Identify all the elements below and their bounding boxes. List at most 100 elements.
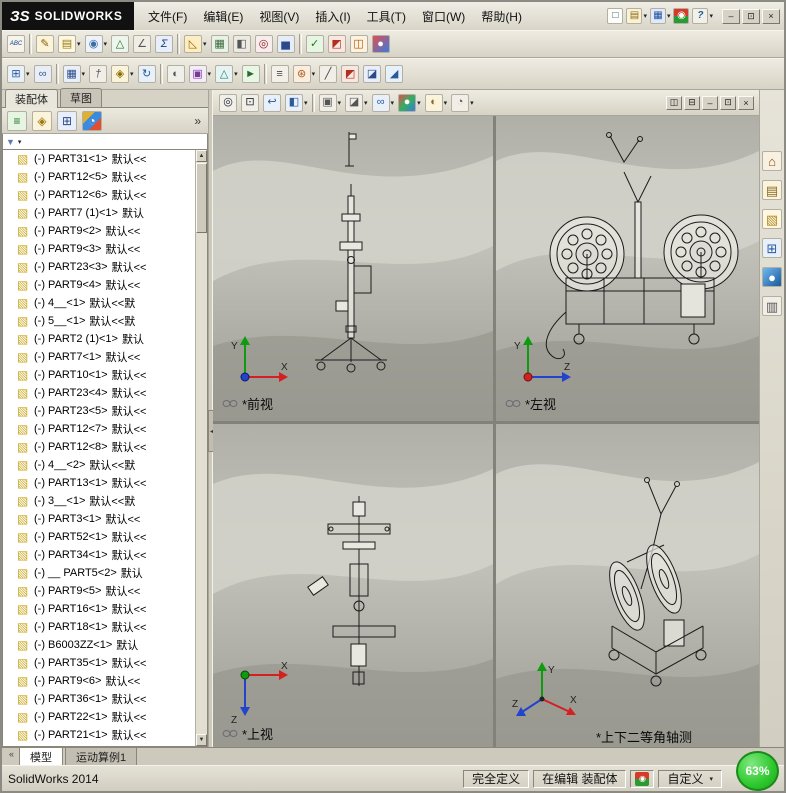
tree-item[interactable]: ▧ (-) PART2 (1)<1> 默认: [3, 330, 195, 348]
edit-appearance-icon[interactable]: ● ▾: [397, 93, 422, 113]
featuremanager-tree-icon[interactable]: ≡: [6, 110, 28, 132]
tree-item[interactable]: ▧ (-) PART31<1> 默认<<: [3, 150, 195, 168]
tree-item[interactable]: ▧ (-) B6003ZZ<1> 默认: [3, 636, 195, 654]
dropdown-arrow-icon[interactable]: ▾: [470, 99, 474, 107]
tree-item[interactable]: ▧ (-) PART23<5> 默认<<: [3, 402, 195, 420]
tree-item[interactable]: ▧ (-) PART52<1> 默认<<: [3, 528, 195, 546]
close-button[interactable]: ×: [762, 8, 780, 24]
child-restore-button[interactable]: ⊡: [720, 95, 736, 110]
tree-item[interactable]: ▧ (-) 3__<1> 默认<<默: [3, 492, 195, 510]
dropdown-arrow-icon[interactable]: ▾: [82, 70, 86, 78]
zoom-level-badge[interactable]: 63%: [736, 751, 779, 791]
bill-of-materials-icon[interactable]: ≡: [270, 64, 290, 84]
dropdown-arrow-icon[interactable]: ▾: [417, 99, 421, 107]
dropdown-arrow-icon[interactable]: ▾: [203, 40, 207, 48]
tree-item[interactable]: ▧ (-) 5__<1> 默认<<默: [3, 312, 195, 330]
scroll-up-button[interactable]: ▲: [196, 150, 207, 162]
open-folder-icon[interactable]: ▤ ▾: [625, 7, 648, 25]
propertymanager-icon[interactable]: ◈: [31, 110, 53, 132]
tree-item[interactable]: ▧ (-) PART16<1> 默认<<: [3, 600, 195, 618]
performance-evaluation-icon[interactable]: ▅: [276, 34, 296, 54]
design-library-icon[interactable]: ▤: [761, 179, 783, 201]
displaymanager-icon[interactable]: ◔: [81, 110, 103, 132]
section-view-icon[interactable]: ◧ ▾: [284, 93, 309, 113]
zoom-fit-icon[interactable]: ◎: [218, 93, 238, 113]
display-style-icon[interactable]: ◪ ▾: [344, 93, 369, 113]
menu-item[interactable]: 工具(T): [359, 5, 414, 28]
tree-item[interactable]: ▧ (-) PART12<5> 默认<<: [3, 168, 195, 186]
instant3d-icon[interactable]: ◢: [384, 64, 404, 84]
custom-dropdown[interactable]: 自定义 ▾: [658, 769, 722, 788]
tree-item[interactable]: ▧ (-) PART9<3> 默认<<: [3, 240, 195, 258]
mass-properties-icon[interactable]: ▦: [210, 34, 230, 54]
help-icon[interactable]: ? ▾: [691, 7, 714, 25]
view-settings-icon[interactable]: ◔ ▾: [450, 93, 475, 113]
tree-item[interactable]: ▧ (-) PART23<4> 默认<<: [3, 384, 195, 402]
show-hidden-components-icon[interactable]: ◐: [166, 64, 186, 84]
note-icon[interactable]: ▤ ▾: [57, 34, 82, 54]
tree-item[interactable]: ▧ (-) PART10<1> 默认<<: [3, 366, 195, 384]
tree-item[interactable]: ▧ (-) PART12<8> 默认<<: [3, 438, 195, 456]
pane-left-button[interactable]: ◫: [666, 95, 682, 110]
dropdown-arrow-icon[interactable]: ▾: [444, 99, 448, 107]
tree-item[interactable]: ▧ (-) PART34<1> 默认<<: [3, 546, 195, 564]
interference-volume-icon[interactable]: ◩: [340, 64, 360, 84]
viewport-left[interactable]: Y Z *左视: [496, 116, 759, 421]
viewport-front[interactable]: Y X *前视: [213, 116, 493, 421]
dropdown-arrow-icon[interactable]: ▾: [364, 99, 368, 107]
panel-expand-button[interactable]: »: [194, 114, 204, 128]
section-properties-icon[interactable]: ◧: [232, 34, 252, 54]
dropdown-arrow-icon[interactable]: ▾: [18, 138, 22, 146]
linear-component-pattern-icon[interactable]: ▦ ▾: [62, 64, 87, 84]
tree-item[interactable]: ▧ (-) PART35<1> 默认<<: [3, 654, 195, 672]
menu-item[interactable]: 视图(V): [251, 5, 307, 28]
insert-component-icon[interactable]: ⊞ ▾: [6, 64, 31, 84]
save-icon[interactable]: ▦ ▾: [649, 7, 672, 25]
new-document-icon[interactable]: □: [606, 7, 624, 25]
mate-icon[interactable]: ∞: [33, 64, 53, 84]
tab-sketch[interactable]: 草图: [60, 88, 102, 107]
dropdown-arrow-icon[interactable]: ▾: [304, 99, 308, 107]
menu-item[interactable]: 窗口(W): [414, 5, 473, 28]
check-entity-icon[interactable]: ✓: [305, 34, 325, 54]
dropdown-arrow-icon[interactable]: ▾: [709, 775, 713, 783]
menu-item[interactable]: 帮助(H): [473, 5, 530, 28]
isolate-icon[interactable]: ◪: [362, 64, 382, 84]
appearances-icon[interactable]: ●: [761, 266, 783, 288]
equations-icon[interactable]: Σ: [154, 34, 174, 54]
hole-alignment-icon[interactable]: ◫: [349, 34, 369, 54]
viewport-top[interactable]: X Z *上视: [213, 424, 493, 751]
filter-input[interactable]: [23, 135, 204, 148]
view-palette-icon[interactable]: ⊞: [761, 237, 783, 259]
rebuild-traffic-icon[interactable]: ◉: [672, 7, 690, 25]
exploded-view-icon[interactable]: ⊛ ▾: [292, 64, 317, 84]
menu-item[interactable]: 文件(F): [140, 5, 195, 28]
format-painter-icon[interactable]: ✎: [35, 34, 55, 54]
dropdown-arrow-icon[interactable]: ▾: [104, 40, 108, 48]
dropdown-arrow-icon[interactable]: ▾: [338, 99, 342, 107]
spellcheck-icon[interactable]: ABC: [6, 34, 26, 54]
tree-item[interactable]: ▧ (-) PART21<1> 默认<<: [3, 726, 195, 744]
surface-finish-icon[interactable]: △: [110, 34, 130, 54]
dropdown-arrow-icon[interactable]: ▾: [208, 70, 212, 78]
tree-item[interactable]: ▧ (-) PART9<4> 默认<<: [3, 276, 195, 294]
new-motion-study-icon[interactable]: ►: [241, 64, 261, 84]
tree-item[interactable]: ▧ (-) PART23<3> 默认<<: [3, 258, 195, 276]
tree-item[interactable]: ▧ (-) PART9<6> 默认<<: [3, 672, 195, 690]
tree-item[interactable]: ▧ (-) PART3<1> 默认<<: [3, 510, 195, 528]
dropdown-arrow-icon[interactable]: ▾: [130, 70, 134, 78]
file-explorer-icon[interactable]: ▧: [761, 208, 783, 230]
smart-fasteners-icon[interactable]: †: [88, 64, 108, 84]
move-component-icon[interactable]: ◈ ▾: [110, 64, 135, 84]
hide-show-items-icon[interactable]: ∞ ▾: [371, 93, 396, 113]
dropdown-arrow-icon[interactable]: ▾: [709, 12, 713, 20]
balloon-icon[interactable]: ◉ ▾: [84, 34, 109, 54]
weld-symbol-icon[interactable]: ∠: [132, 34, 152, 54]
rotate-component-icon[interactable]: ↻: [137, 64, 157, 84]
tree-scrollbar[interactable]: ▲ ▼: [195, 150, 207, 746]
tree-item[interactable]: ▧ (-) PART12<7> 默认<<: [3, 420, 195, 438]
reference-geometry-icon[interactable]: △ ▾: [214, 64, 239, 84]
sensor-icon[interactable]: ◎: [254, 34, 274, 54]
interference-detection-icon[interactable]: ◩: [327, 34, 347, 54]
appearance-ball-icon[interactable]: ●: [371, 34, 391, 54]
